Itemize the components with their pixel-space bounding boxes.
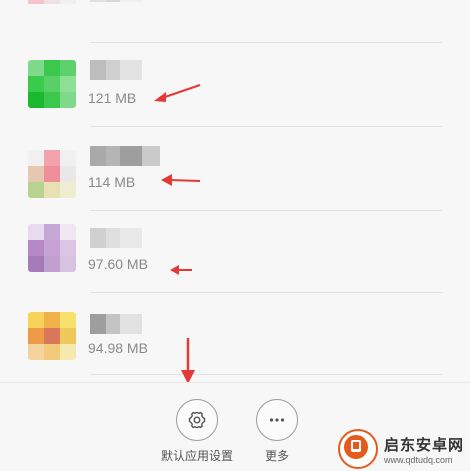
icon-pixel [28,344,44,360]
watermark-title: 启东安卓网 [384,436,465,454]
icon-pixel [44,240,60,256]
app-list-item[interactable]: 114 MB [0,126,470,210]
default-apps-circle[interactable] [176,399,218,441]
icon-pixel [28,76,44,92]
more-button[interactable]: 更多 [235,399,319,464]
watermark-url: www.qdtudq.com [384,454,453,465]
icon-pixel [44,328,60,344]
app-size: 114 MB [88,174,136,190]
icon-pixel [60,166,76,182]
annotation-arrow-icon [170,265,192,275]
app-size: 94.98 MB [88,340,148,356]
icon-pixel [60,344,76,360]
name-pixel [106,60,120,80]
name-pixel [90,0,106,2]
name-pixel [90,146,106,166]
default-apps-button[interactable]: 默认应用设置 [155,399,239,464]
icon-pixel [28,60,44,76]
name-pixel [120,60,142,80]
icon-pixel [28,224,44,240]
app-list-item[interactable]: 121 MB [0,42,470,126]
default-apps-label: 默认应用设置 [160,449,233,463]
icon-pixel [44,150,60,166]
icon-pixel [28,182,44,198]
name-pixel [106,314,120,334]
name-pixel [120,314,142,334]
app-name-obscured [90,146,160,166]
name-pixel [90,228,106,248]
icon-pixel [28,312,44,328]
site-watermark: 启东安卓网 www.qdtudq.com [338,428,470,470]
icon-pixel [44,256,60,272]
icon-pixel [28,150,44,166]
icon-pixel [28,166,44,182]
annotation-arrow-icon [161,174,201,186]
icon-pixel [60,76,76,92]
icon-pixel [28,256,44,272]
app-icon [28,224,76,272]
icon-pixel [60,224,76,240]
more-dots-icon [269,418,285,422]
name-pixel [142,146,160,166]
app-list-item[interactable]: 97.60 MB [0,210,470,294]
watermark-logo-icon [338,429,378,469]
app-name-obscured [90,314,142,334]
icon-pixel [44,344,60,360]
annotation-arrow-icon [181,338,195,384]
more-circle[interactable] [256,399,298,441]
icon-pixel [28,92,44,108]
icon-pixel [28,240,44,256]
icon-pixel [60,60,76,76]
app-name-obscured [90,60,142,80]
app-icon [28,60,76,108]
icon-pixel [44,76,60,92]
icon-pixel [60,328,76,344]
app-list-item[interactable]: 94.98 MB [0,292,470,376]
icon-pixel [44,312,60,328]
icon-pixel [28,4,44,20]
app-icon [28,150,76,198]
icon-pixel [28,328,44,344]
icon-pixel [60,240,76,256]
name-pixel [120,146,142,166]
name-pixel [120,228,142,248]
name-pixel [106,228,120,248]
list-divider [90,374,442,375]
more-label: 更多 [264,449,289,463]
app-name-obscured [90,228,142,248]
annotation-arrow-icon [154,84,201,102]
icon-pixel [44,224,60,240]
app-size: 121 MB [88,90,137,106]
gear-icon [188,411,206,429]
icon-pixel [60,182,76,198]
icon-pixel [44,92,60,108]
icon-pixel [60,256,76,272]
icon-pixel [60,312,76,328]
name-pixel [90,60,106,80]
name-pixel [120,0,142,2]
app-icon [28,312,76,360]
app-icon [28,0,76,20]
icon-pixel [60,92,76,108]
icon-pixel [44,166,60,182]
name-pixel [106,146,120,166]
app-name-obscured [90,0,142,2]
icon-pixel [44,60,60,76]
app-list-item[interactable] [0,0,470,42]
name-pixel [106,0,120,2]
icon-pixel [60,4,76,20]
icon-pixel [44,182,60,198]
icon-pixel [44,4,60,20]
icon-pixel [60,150,76,166]
name-pixel [90,314,106,334]
app-size: 97.60 MB [88,256,148,272]
